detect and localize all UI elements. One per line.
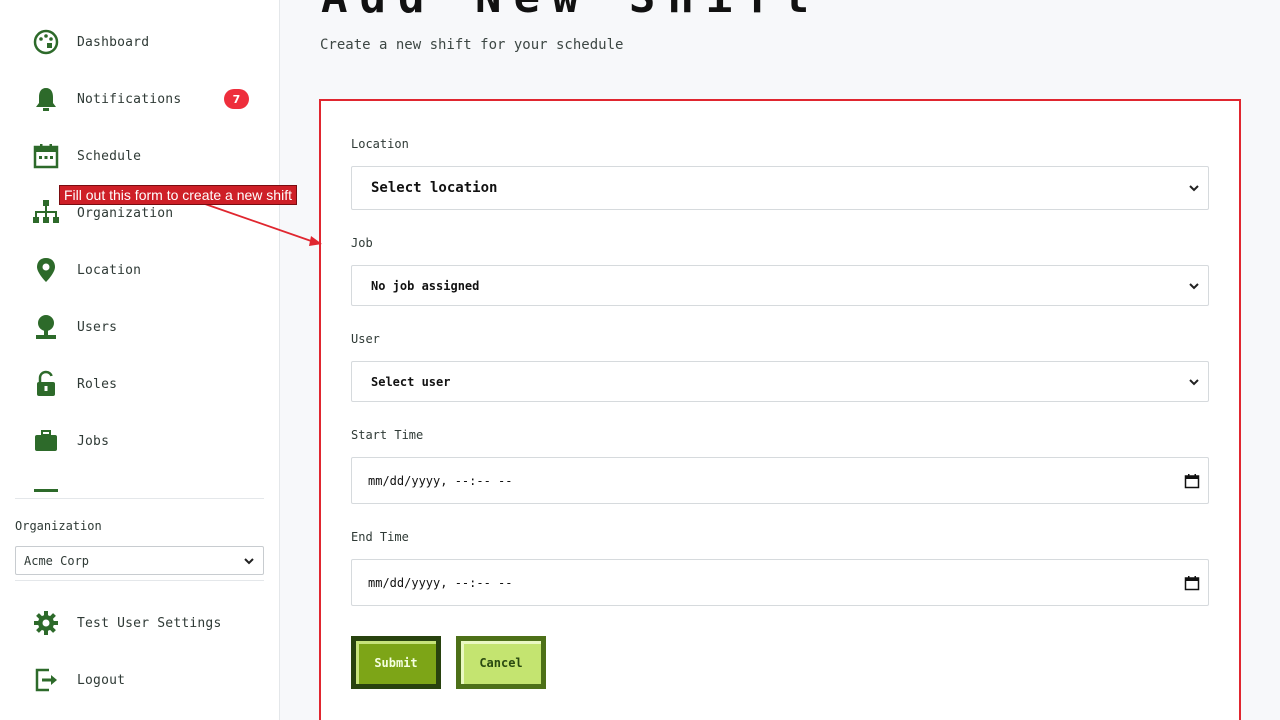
partial-nav-icon [34,489,58,492]
sidebar-item-label: Notifications [77,91,182,107]
submit-button[interactable]: Submit [351,636,441,689]
cancel-button[interactable]: Cancel [456,636,546,689]
sidebar-item-label: Dashboard [77,34,150,50]
location-label: Location [351,137,409,151]
annotation-callout: Fill out this form to create a new shift [59,185,297,205]
gear-icon [30,607,62,639]
sidebar-item-label: Organization [77,205,174,221]
main-content: Add New Shift Create a new shift for you… [281,0,1280,720]
sidebar-item-schedule[interactable]: Schedule [30,139,260,173]
start-time-value: mm/dd/yyyy, --:-- -- [368,473,513,488]
sidebar-item-roles[interactable]: Roles [30,367,260,401]
sidebar-item-location[interactable]: Location [30,253,260,287]
chevron-down-icon [1189,185,1199,192]
job-select-value: No job assigned [371,278,480,293]
job-select[interactable]: No job assigned [351,265,1209,306]
location-select[interactable]: Select location [351,166,1209,210]
chevron-down-icon [244,557,254,564]
sidebar-item-label: Schedule [77,148,142,164]
organization-label: Organization [15,519,102,533]
user-label: User [351,332,380,346]
org-chart-icon [30,197,62,229]
end-time-value: mm/dd/yyyy, --:-- -- [368,575,513,590]
logout-label: Logout [77,672,126,688]
settings-label: Test User Settings [77,615,222,631]
end-time-input[interactable]: mm/dd/yyyy, --:-- -- [351,559,1209,606]
organization-select-value: Acme Corp [24,553,90,568]
bell-icon [30,83,62,115]
sidebar: Dashboard Notifications 7 Schedule Organ… [0,0,280,720]
user-select[interactable]: Select user [351,361,1209,402]
settings-link[interactable]: Test User Settings [30,606,260,640]
sidebar-item-users[interactable]: Users [30,310,260,344]
user-select-value: Select user [371,374,451,389]
location-select-value: Select location [371,180,498,196]
job-label: Job [351,236,373,250]
calendar-icon [30,140,62,172]
chevron-down-icon [1189,282,1199,289]
start-time-input[interactable]: mm/dd/yyyy, --:-- -- [351,457,1209,504]
page-title: Add New Shift [321,0,821,23]
unlock-icon [30,368,62,400]
sidebar-item-label: Roles [77,376,118,392]
sidebar-item-label: Jobs [77,433,110,449]
user-icon [30,311,62,343]
notification-count-badge: 7 [224,89,249,109]
sidebar-item-label: Users [77,319,118,335]
add-shift-form: Location Select location Job No job assi… [319,99,1241,720]
sidebar-divider [15,498,264,499]
page-subtitle: Create a new shift for your schedule [320,37,624,53]
chevron-down-icon [1189,378,1199,385]
sidebar-item-label: Location [77,262,142,278]
sidebar-divider [15,580,264,581]
palette-icon [30,26,62,58]
logout-link[interactable]: Logout [30,663,260,697]
start-time-label: Start Time [351,428,424,442]
sidebar-item-dashboard[interactable]: Dashboard [30,25,260,59]
calendar-icon[interactable] [1184,575,1200,591]
map-pin-icon [30,254,62,286]
organization-select[interactable]: Acme Corp [15,546,264,575]
briefcase-icon [30,425,62,457]
sidebar-item-jobs[interactable]: Jobs [30,424,260,458]
calendar-icon[interactable] [1184,473,1200,489]
logout-icon [30,664,62,696]
sidebar-item-notifications[interactable]: Notifications 7 [30,82,260,116]
end-time-label: End Time [351,530,409,544]
